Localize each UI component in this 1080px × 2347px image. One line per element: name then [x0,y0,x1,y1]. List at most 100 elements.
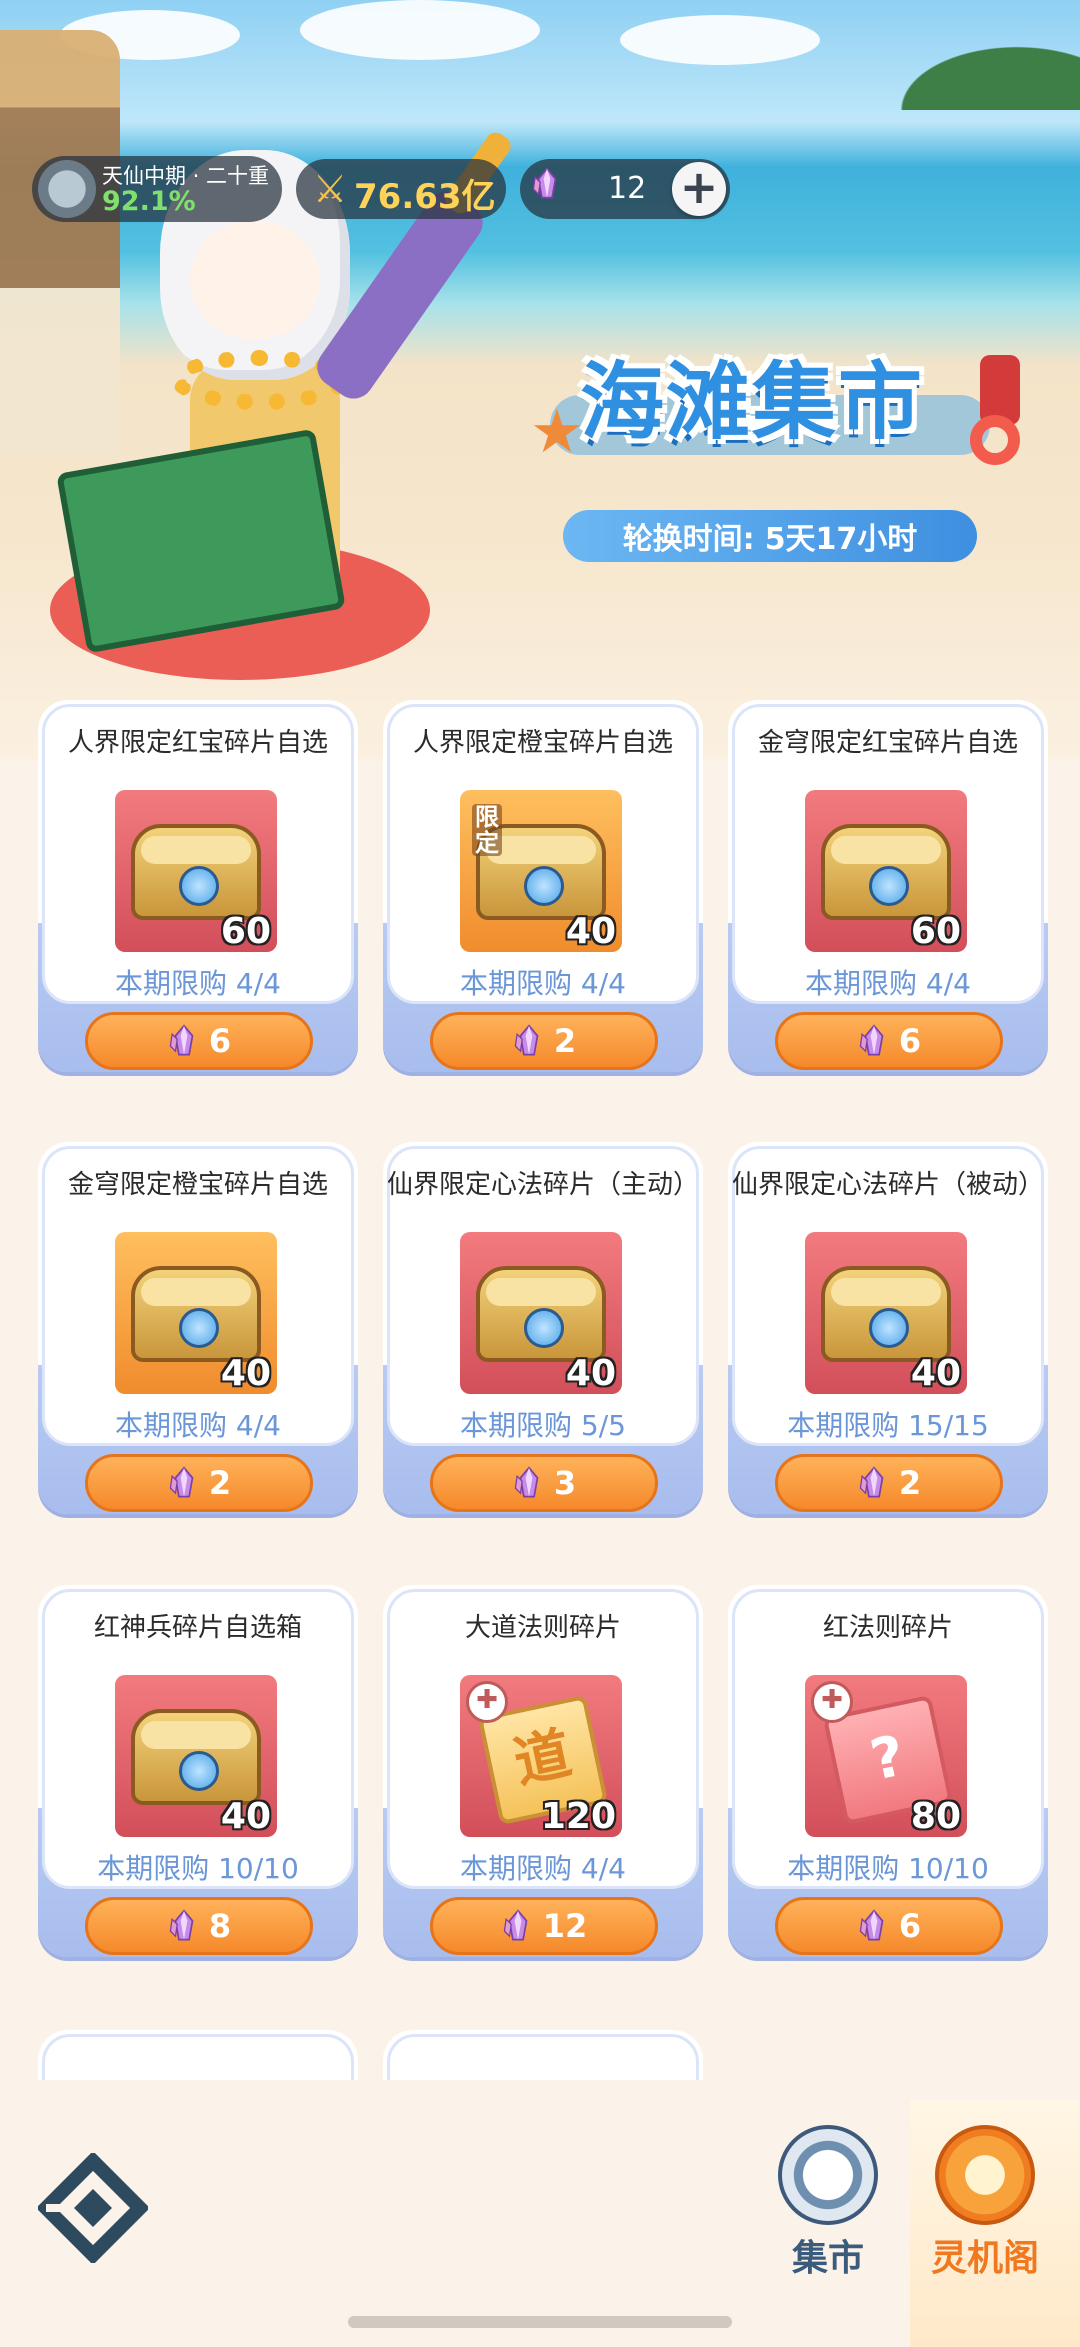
crystal-icon [514,1024,539,1056]
crystal-icon [532,167,557,199]
purchase-limit: 本期限购 5/5 [460,1409,626,1442]
puzzle-piece-icon: ✚ [466,1681,508,1723]
nav-market-label: 集市 [791,2238,864,2279]
power-display[interactable]: ⚔ 76.63亿 [296,159,506,219]
item-quantity: 40 [910,1353,961,1394]
purchase-limit: 本期限购 10/10 [787,1852,989,1885]
purchase-limit: 本期限购 10/10 [97,1852,299,1885]
starfish-icon: ★ [530,397,584,467]
item-quantity: 60 [910,911,961,952]
buy-button[interactable]: 2 [430,1012,658,1070]
item-thumbnail[interactable]: 限定 40 [460,790,622,952]
item-name: 金穹限定橙宝碎片自选 [67,1170,328,1200]
shop-item-card[interactable]: 仙界限定心法碎片（被动） 40 本期限购 15/15 2 [728,1142,1048,1522]
item-name: 大道法则碎片 [464,1613,621,1643]
purchase-limit: 本期限购 4/4 [460,967,626,1000]
gem-count: 12 [608,171,647,206]
buy-button[interactable]: 2 [775,1454,1003,1512]
nav-lingji-tab[interactable]: 灵机阁 [905,2125,1065,2279]
item-name: 仙界限定心法碎片（主动） [386,1170,699,1200]
crystal-icon [859,1909,884,1941]
item-thumbnail[interactable]: 40 [805,1232,967,1394]
item-thumbnail[interactable]: ? ✚ 80 [805,1675,967,1837]
crystal-icon [859,1466,884,1498]
pavilion-icon [935,2125,1035,2225]
shop-item-card[interactable]: 金穹限定橙宝碎片自选 40 本期限购 4/4 2 [38,1142,358,1522]
bottle-icon [980,355,1020,425]
banner-title: 海滩集市 [580,353,925,451]
realm-progress: 92.1% [102,186,196,217]
banner-title-area: ★ 海滩集市 [530,335,1020,475]
item-quantity: 120 [540,1796,616,1837]
gem-currency[interactable]: 12 + [520,159,730,219]
crystal-icon [169,1909,194,1941]
item-thumbnail[interactable]: 60 [805,790,967,952]
buy-button[interactable]: 8 [85,1897,313,1955]
item-name: 人界限定红宝碎片自选 [67,728,328,758]
item-name: 金穹限定红宝碎片自选 [757,728,1018,758]
shop-item-card[interactable]: 人界限定红宝碎片自选 60 本期限购 4/4 6 [38,700,358,1080]
item-thumbnail[interactable]: 40 [460,1232,622,1394]
purchase-limit: 本期限购 4/4 [115,1409,281,1442]
item-quantity: 40 [220,1353,271,1394]
purchase-limit: 本期限购 4/4 [460,1852,626,1885]
puzzle-piece-icon: ✚ [811,1681,853,1723]
buy-button[interactable]: 2 [85,1454,313,1512]
island-scenery [870,30,1080,110]
power-value: 76.63亿 [354,177,496,217]
item-quantity: 40 [220,1796,271,1837]
purchase-limit: 本期限购 4/4 [805,967,971,1000]
treasure-chest-icon [131,824,261,920]
crystal-icon [503,1909,528,1941]
shop-item-card[interactable]: 红法则碎片 ? ✚ 80 本期限购 10/10 6 [728,1585,1048,1965]
shop-item-card-partial [38,2030,358,2080]
realm-badge-icon [38,160,96,218]
add-gem-button[interactable]: + [672,162,726,216]
cloud [620,15,820,65]
price-value: 6 [898,1022,922,1060]
hero-banner: ★ 海滩集市 轮换时间: 5天17小时 [0,0,1080,760]
buy-button[interactable]: 6 [85,1012,313,1070]
buy-button[interactable]: 3 [430,1454,658,1512]
item-name: 人界限定橙宝碎片自选 [412,728,673,758]
nav-market-tab[interactable]: 集市 [748,2125,908,2279]
crossed-swords-icon: ⚔ [312,167,348,211]
shop-item-card[interactable]: 金穹限定红宝碎片自选 60 本期限购 4/4 6 [728,700,1048,1080]
life-ring-icon [970,415,1020,465]
treasure-chest-icon [821,1266,951,1362]
purchase-limit: 本期限购 4/4 [115,967,281,1000]
home-indicator[interactable] [348,2316,732,2328]
home-diamond-icon[interactable] [38,2153,148,2263]
price-value: 3 [553,1464,577,1502]
buy-button[interactable]: 6 [775,1012,1003,1070]
shop-item-card[interactable]: 仙界限定心法碎片（主动） 40 本期限购 5/5 3 [383,1142,703,1522]
item-name: 红神兵碎片自选箱 [93,1613,302,1643]
cloud [300,0,540,60]
rotation-value: 5天17小时 [764,522,918,557]
crystal-icon [859,1024,884,1056]
treasure-chest-icon [821,824,951,920]
crystal-icon [169,1466,194,1498]
treasure-chest-icon [476,1266,606,1362]
buy-button[interactable]: 12 [430,1897,658,1955]
shop-item-card[interactable]: 红神兵碎片自选箱 40 本期限购 10/10 8 [38,1585,358,1965]
price-value: 6 [208,1022,232,1060]
shop-item-card[interactable]: 大道法则碎片道 ✚ 120 本期限购 4/4 12 [383,1585,703,1965]
item-thumbnail[interactable]: 40 [115,1675,277,1837]
item-quantity: 40 [565,1353,616,1394]
item-thumbnail[interactable]: 60 [115,790,277,952]
price-value: 2 [898,1464,922,1502]
shop-item-grid: 人界限定红宝碎片自选 60 本期限购 4/4 6 人界限定橙宝碎片自选限定 40 本期限购 … [38,700,1048,2080]
price-value: 2 [208,1464,232,1502]
crystal-icon [514,1466,539,1498]
item-thumbnail[interactable]: 道 ✚ 120 [460,1675,622,1837]
price-value: 8 [208,1907,232,1945]
item-name: 红法则碎片 [822,1613,953,1643]
realm-status[interactable]: 天仙中期 · 二十重 92.1% [32,156,282,222]
item-thumbnail[interactable]: 40 [115,1232,277,1394]
shop-item-card[interactable]: 人界限定橙宝碎片自选限定 40 本期限购 4/4 2 [383,700,703,1080]
shop-item-card-partial [383,2030,703,2080]
item-quantity: 60 [220,911,271,952]
treasure-chest-icon [131,1266,261,1362]
buy-button[interactable]: 6 [775,1897,1003,1955]
